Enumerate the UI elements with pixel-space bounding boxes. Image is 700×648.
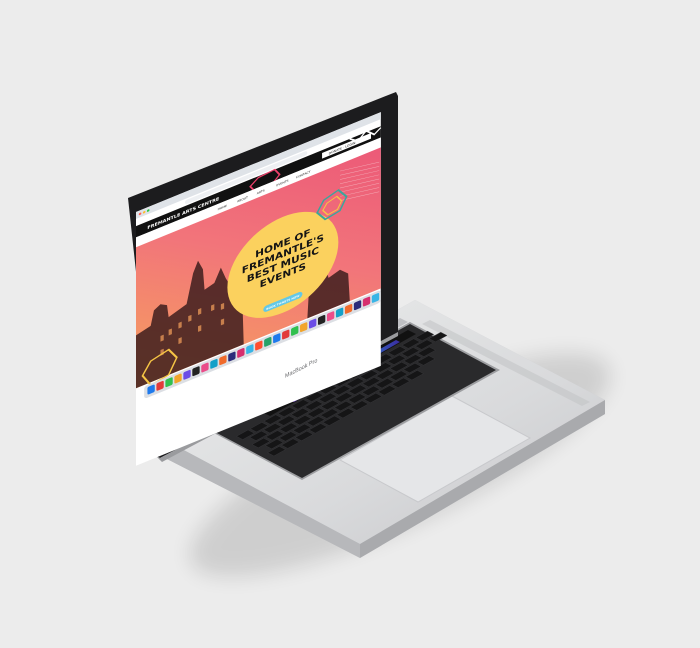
- laptop-mockup-scene: FREMANTLE ARTS CENTRE DONATE · LOGIN HOM…: [128, 92, 610, 577]
